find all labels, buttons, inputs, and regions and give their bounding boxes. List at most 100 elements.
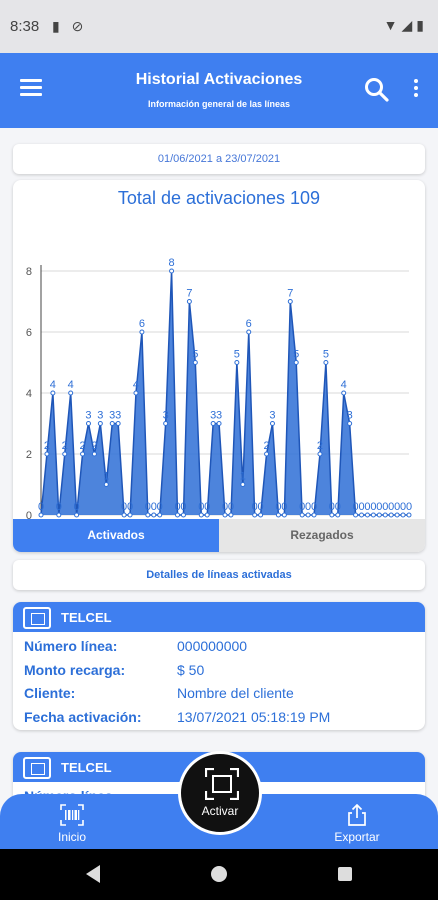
data-point (329, 512, 335, 518)
y-tick-label: 4 (26, 388, 32, 400)
nav-label: Exportar (334, 830, 380, 844)
data-label: 3 (269, 410, 275, 422)
data-point (163, 421, 169, 426)
data-label: 2 (79, 440, 85, 452)
data-label: 7 (287, 288, 293, 300)
data-label: 0 (56, 501, 62, 513)
data-label: 5 (192, 349, 198, 361)
data-label: 0 (311, 501, 317, 513)
more-options-icon[interactable] (410, 79, 422, 101)
data-point (80, 451, 86, 457)
data-point (145, 512, 151, 518)
data-point (353, 512, 359, 518)
data-label: 8 (169, 257, 175, 269)
data-label: 0 (38, 501, 44, 513)
data-point (258, 512, 264, 518)
system-icons: ▼◢▮ (383, 17, 428, 33)
home-icon[interactable] (211, 866, 227, 882)
activate-label: Activar (201, 804, 239, 818)
data-label: 2 (91, 440, 97, 452)
data-point (335, 512, 341, 518)
data-label: 6 (139, 318, 145, 330)
data-label: 4 (68, 379, 74, 391)
data-point (175, 512, 181, 518)
data-point (68, 390, 74, 396)
recent-apps-icon[interactable] (338, 867, 352, 881)
data-point (382, 512, 388, 518)
data-label: 4 (50, 379, 56, 391)
data-label: 0 (406, 501, 412, 513)
data-point (370, 512, 376, 518)
data-point (198, 512, 204, 518)
data-point (305, 512, 311, 518)
share-icon (348, 804, 366, 826)
data-label: 3 (85, 410, 91, 422)
data-label: 4 (133, 379, 139, 391)
data-point (400, 512, 406, 518)
notification-icons: ▮ ⊘ (52, 18, 88, 34)
client-row: Cliente: Nombre del cliente (13, 681, 425, 705)
data-label: 2 (317, 440, 323, 452)
back-icon[interactable] (86, 865, 100, 883)
data-point (364, 512, 370, 518)
data-label: 0 (74, 501, 80, 513)
status-bar: 8:38 ▮ ⊘ ▼◢▮ (0, 0, 438, 53)
data-point (180, 512, 186, 518)
data-point (281, 512, 287, 518)
data-point (341, 390, 347, 396)
data-point (103, 482, 109, 487)
line-card[interactable]: TELCEL Número línea: 000000000 Monto rec… (13, 602, 425, 730)
line-number-row: Número línea: 000000000 (13, 634, 425, 658)
y-tick-label: 2 (26, 449, 32, 461)
activate-button[interactable]: Activar (178, 751, 262, 835)
data-label: 2 (263, 440, 269, 452)
tab-lagging[interactable]: Rezagados (219, 519, 425, 552)
field-value: $ 50 (177, 661, 205, 678)
data-point (85, 421, 91, 426)
data-point (44, 451, 50, 457)
clock: 8:38 (10, 18, 40, 35)
data-point (293, 360, 299, 365)
data-point (38, 512, 44, 518)
data-point (246, 329, 252, 335)
sim-card-icon (23, 757, 51, 779)
data-point (323, 360, 329, 365)
activations-chart: 024680240240232313 30 0460 0 0380 0750 03 30 051… (26, 257, 412, 519)
field-value: 13/07/2021 05:18:19 PM (177, 708, 331, 725)
data-label: 0 (157, 501, 163, 513)
y-tick-label: 6 (26, 327, 32, 339)
data-point (74, 512, 80, 518)
data-label: 3 (115, 410, 121, 422)
search-icon[interactable] (364, 77, 390, 103)
data-point (169, 268, 175, 274)
data-label: 6 (246, 318, 252, 330)
recharge-amount-row: Monto recarga: $ 50 (13, 658, 425, 682)
data-point (216, 421, 222, 426)
activations-chart-card: Total de activaciones 109 02468024024023… (13, 180, 425, 552)
data-point (192, 360, 198, 365)
data-point (275, 512, 281, 518)
data-point (56, 512, 62, 518)
data-point (204, 512, 210, 518)
data-point (210, 421, 216, 426)
data-point (299, 512, 305, 518)
data-label: 0 (335, 501, 341, 513)
data-label: 0 (281, 501, 287, 513)
data-point (317, 451, 323, 457)
carrier-name: TELCEL (61, 760, 112, 775)
data-point (109, 421, 115, 426)
data-label: 0 (204, 501, 210, 513)
sim-card-icon (23, 607, 51, 629)
data-label: 5 (323, 349, 329, 361)
data-label: 3 (97, 410, 103, 422)
data-point (50, 390, 56, 396)
barcode-icon (60, 804, 84, 826)
y-tick-label: 8 (26, 266, 32, 278)
tab-activated[interactable]: Activados (13, 519, 219, 552)
activated-lines-details-button[interactable]: Detalles de líneas activadas (13, 560, 425, 590)
data-point (97, 421, 103, 426)
data-label: 5 (293, 349, 299, 361)
data-point (240, 482, 246, 487)
date-range-filter[interactable]: 01/06/2021 a 23/07/2021 (13, 144, 425, 174)
scan-icon (205, 768, 239, 800)
